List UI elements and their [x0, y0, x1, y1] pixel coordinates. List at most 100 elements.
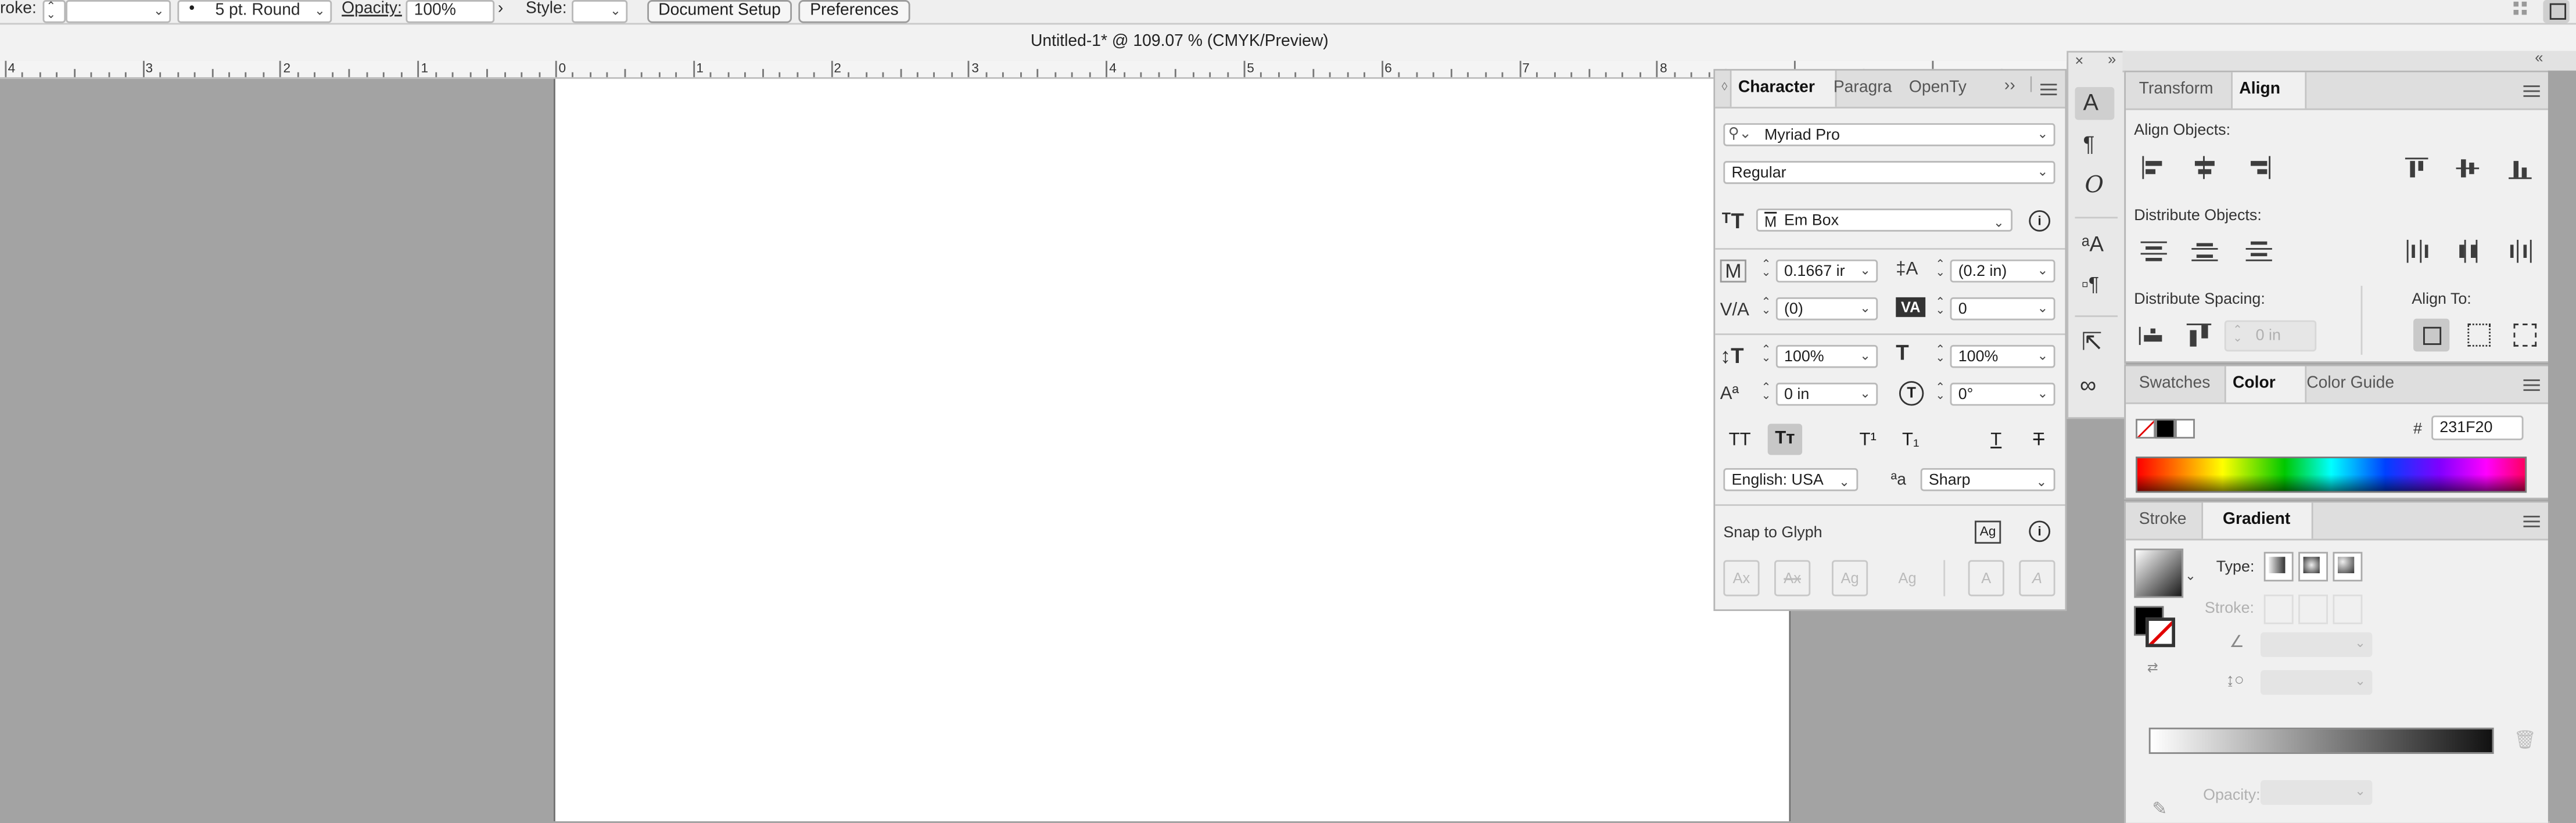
tab-align[interactable]: Align — [2231, 72, 2307, 109]
distribute-bottom-icon[interactable] — [2245, 240, 2272, 263]
align-right-icon[interactable] — [2246, 156, 2272, 179]
small-caps-button[interactable]: Tт — [1767, 423, 1803, 455]
panel-menu-icon[interactable] — [2523, 515, 2540, 529]
chevron-down-icon[interactable]: ⌄ — [2037, 127, 2048, 141]
distribute-horizontal-space-icon[interactable] — [2186, 324, 2213, 347]
panel-menu-icon[interactable] — [2040, 84, 2057, 97]
stroke-swatch[interactable] — [2146, 617, 2176, 648]
preferences-button[interactable]: Preferences — [798, 0, 910, 23]
swap-colors-icon[interactable]: ⇄ — [2147, 660, 2158, 675]
all-caps-button[interactable]: TT — [1723, 425, 1756, 455]
align-bottom-icon[interactable] — [2509, 156, 2535, 179]
export-icon[interactable]: ⇱ — [2082, 330, 2103, 355]
brush-dropdown[interactable]: • 5 pt. Round ⌄ — [177, 0, 332, 23]
collapse-icon[interactable]: « — [2535, 49, 2543, 66]
em-box-dropdown[interactable]: M Em Box ⌄ — [1756, 209, 2013, 232]
tab-color-guide[interactable]: Color Guide — [2300, 366, 2415, 402]
stroke-option-2-icon[interactable] — [2298, 594, 2328, 624]
arrange-documents-icon[interactable] — [2510, 0, 2530, 16]
artboard[interactable] — [553, 78, 1791, 821]
tab-stroke[interactable]: Stroke — [2132, 502, 2204, 538]
tab-swatches[interactable]: Swatches — [2132, 366, 2231, 402]
distribute-left-icon[interactable] — [2405, 239, 2431, 263]
superscript-button[interactable]: T¹ — [1852, 425, 1885, 455]
chevron-down-icon[interactable]: ⌄ — [1860, 386, 1871, 401]
underline-button[interactable]: T — [1979, 425, 2012, 455]
aspect-ratio-input[interactable]: ⌄ — [2261, 670, 2373, 695]
chevron-down-icon[interactable]: ⌄ — [1860, 301, 1871, 315]
style-dropdown[interactable]: ⌄ — [572, 0, 628, 23]
snap-button-2[interactable]: Ax — [1774, 560, 1811, 596]
tracking-stepper[interactable]: ⌃ ⌄ — [1933, 297, 1947, 317]
spacing-stepper[interactable]: ⌃ ⌄ — [2231, 325, 2244, 345]
black-swatch[interactable] — [2155, 419, 2176, 439]
tab-transform[interactable]: Transform — [2132, 72, 2241, 108]
distribute-vertical-center-icon[interactable] — [2191, 240, 2218, 263]
character-icon[interactable]: A — [2075, 87, 2115, 120]
info-icon[interactable]: i — [2029, 210, 2051, 232]
opacity-input[interactable]: 100% — [406, 0, 495, 23]
align-top-icon[interactable] — [2405, 156, 2431, 179]
stroke-stepper[interactable]: ⌃ ⌄ — [42, 0, 66, 23]
spacing-input[interactable]: ⌃ ⌄ 0 in — [2224, 320, 2317, 352]
font-family-field[interactable]: Myriad Pro — [1723, 123, 2055, 146]
align-to-selection-button[interactable] — [2413, 318, 2450, 352]
tab-paragraph[interactable]: Paragra — [1827, 71, 1909, 107]
angle-input[interactable]: ⌄ — [2261, 632, 2373, 657]
distribute-vertical-space-icon[interactable] — [2139, 324, 2165, 347]
chevron-down-icon[interactable]: ⌄ — [2037, 301, 2048, 315]
chevron-down-icon[interactable]: ⌄ — [2185, 568, 2196, 583]
tab-color[interactable]: Color — [2224, 366, 2307, 402]
panel-menu-icon[interactable] — [2523, 85, 2540, 99]
paragraph-styles-icon[interactable]: ▫¶ — [2082, 272, 2099, 296]
align-vertical-center-icon[interactable] — [2456, 156, 2482, 179]
opacity-arrow-icon[interactable]: › — [498, 0, 503, 18]
snap-button-1[interactable]: Ax — [1723, 560, 1760, 596]
snap-button-3[interactable]: Ag — [1831, 560, 1868, 596]
gradient-opacity-input[interactable]: ⌄ — [2261, 780, 2373, 805]
chevron-down-icon[interactable]: ⌄ — [2037, 386, 2048, 401]
opacity-label[interactable]: Opacity: — [342, 0, 402, 18]
radial-gradient-button[interactable] — [2298, 552, 2328, 582]
opentype-icon[interactable]: O — [2085, 174, 2103, 197]
tab-gradient[interactable]: Gradient — [2201, 502, 2313, 539]
vertical-scale-stepper[interactable]: ⌃ ⌄ — [1760, 345, 1773, 365]
delete-stop-icon[interactable]: 🗑 — [2514, 729, 2537, 750]
freeform-gradient-button[interactable] — [2333, 552, 2363, 582]
glyph-icon[interactable]: Ag — [1975, 520, 2001, 544]
baseline-shift-stepper[interactable]: ⌃ ⌄ — [1760, 383, 1773, 402]
horizontal-scale-stepper[interactable]: ⌃ ⌄ — [1933, 345, 1947, 365]
anti-aliasing-dropdown[interactable]: Sharp ⌄ — [1920, 468, 2055, 491]
align-to-margins-icon[interactable] — [2467, 324, 2491, 347]
workspace-switcher-icon[interactable] — [2543, 0, 2570, 23]
distribute-horizontal-center-icon[interactable] — [2456, 239, 2482, 263]
paragraph-icon[interactable]: ¶ — [2083, 132, 2095, 156]
subscript-button[interactable]: T₁ — [1894, 425, 1927, 455]
align-left-icon[interactable] — [2141, 156, 2167, 179]
collapse-icon[interactable]: » — [2108, 51, 2116, 67]
document-setup-button[interactable]: Document Setup — [647, 0, 792, 23]
align-to-page-icon[interactable] — [2513, 324, 2537, 347]
chevron-down-icon[interactable]: ⌄ — [1860, 263, 1871, 277]
font-size-stepper[interactable]: ⌃ ⌄ — [1760, 260, 1773, 279]
stroke-option-3-icon[interactable] — [2333, 594, 2363, 624]
none-swatch[interactable] — [2136, 419, 2156, 439]
color-spectrum[interactable] — [2136, 457, 2527, 493]
chevron-down-icon[interactable]: ⌄ — [2037, 164, 2048, 179]
close-icon[interactable]: × — [2075, 52, 2084, 69]
align-horizontal-center-icon[interactable] — [2191, 156, 2218, 179]
strikethrough-button[interactable]: T — [2022, 425, 2055, 455]
rotation-stepper[interactable]: ⌃ ⌄ — [1933, 383, 1947, 402]
snap-button-6[interactable]: A — [2019, 560, 2055, 596]
eyedropper-icon[interactable]: ✎ — [2152, 798, 2167, 820]
more-tabs-icon[interactable]: ›› — [2004, 77, 2015, 95]
panel-menu-icon[interactable] — [2523, 379, 2540, 393]
tab-character[interactable]: Character — [1730, 70, 1837, 107]
info-icon[interactable]: i — [2029, 520, 2051, 542]
white-swatch[interactable] — [2175, 419, 2195, 439]
distribute-top-icon[interactable] — [2140, 240, 2167, 263]
stroke-weight-dropdown[interactable]: ⌄ — [66, 0, 171, 23]
gradient-preview[interactable] — [2134, 548, 2184, 598]
kerning-stepper[interactable]: ⌃ ⌄ — [1760, 297, 1773, 317]
chevron-down-icon[interactable]: ⌄ — [2037, 263, 2048, 277]
